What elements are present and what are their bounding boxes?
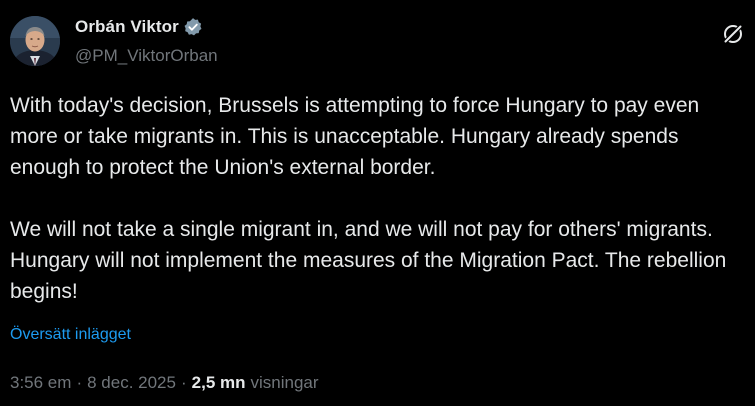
author-display-name[interactable]: Orbán Viktor	[75, 17, 179, 37]
avatar-photo	[10, 16, 60, 66]
translate-post-link[interactable]: Översätt inlägget	[10, 326, 131, 344]
post-date[interactable]: 8 dec. 2025	[87, 373, 176, 393]
views-count[interactable]: 2,5 mn	[192, 373, 246, 393]
post-time[interactable]: 3:56 em	[10, 373, 71, 393]
avatar[interactable]	[10, 16, 60, 66]
tweet-card: Orbán Viktor @PM_ViktorOrban With today'…	[0, 0, 755, 406]
separator-dot: ·	[76, 373, 83, 392]
tweet-text: With today's decision, Brussels is attem…	[10, 90, 745, 307]
grok-icon[interactable]	[721, 22, 745, 46]
separator-dot: ·	[180, 373, 187, 392]
author-name-row: Orbán Viktor	[75, 16, 203, 38]
tweet-paragraph: We will not take a single migrant in, an…	[10, 218, 727, 303]
tweet-paragraph: With today's decision, Brussels is attem…	[10, 94, 700, 179]
verified-badge-icon[interactable]	[183, 17, 203, 37]
tweet-metadata: 3:56 em · 8 dec. 2025 · 2,5 mn visningar	[10, 373, 319, 393]
author-handle[interactable]: @PM_ViktorOrban	[75, 46, 218, 66]
views-label: visningar	[250, 373, 319, 392]
